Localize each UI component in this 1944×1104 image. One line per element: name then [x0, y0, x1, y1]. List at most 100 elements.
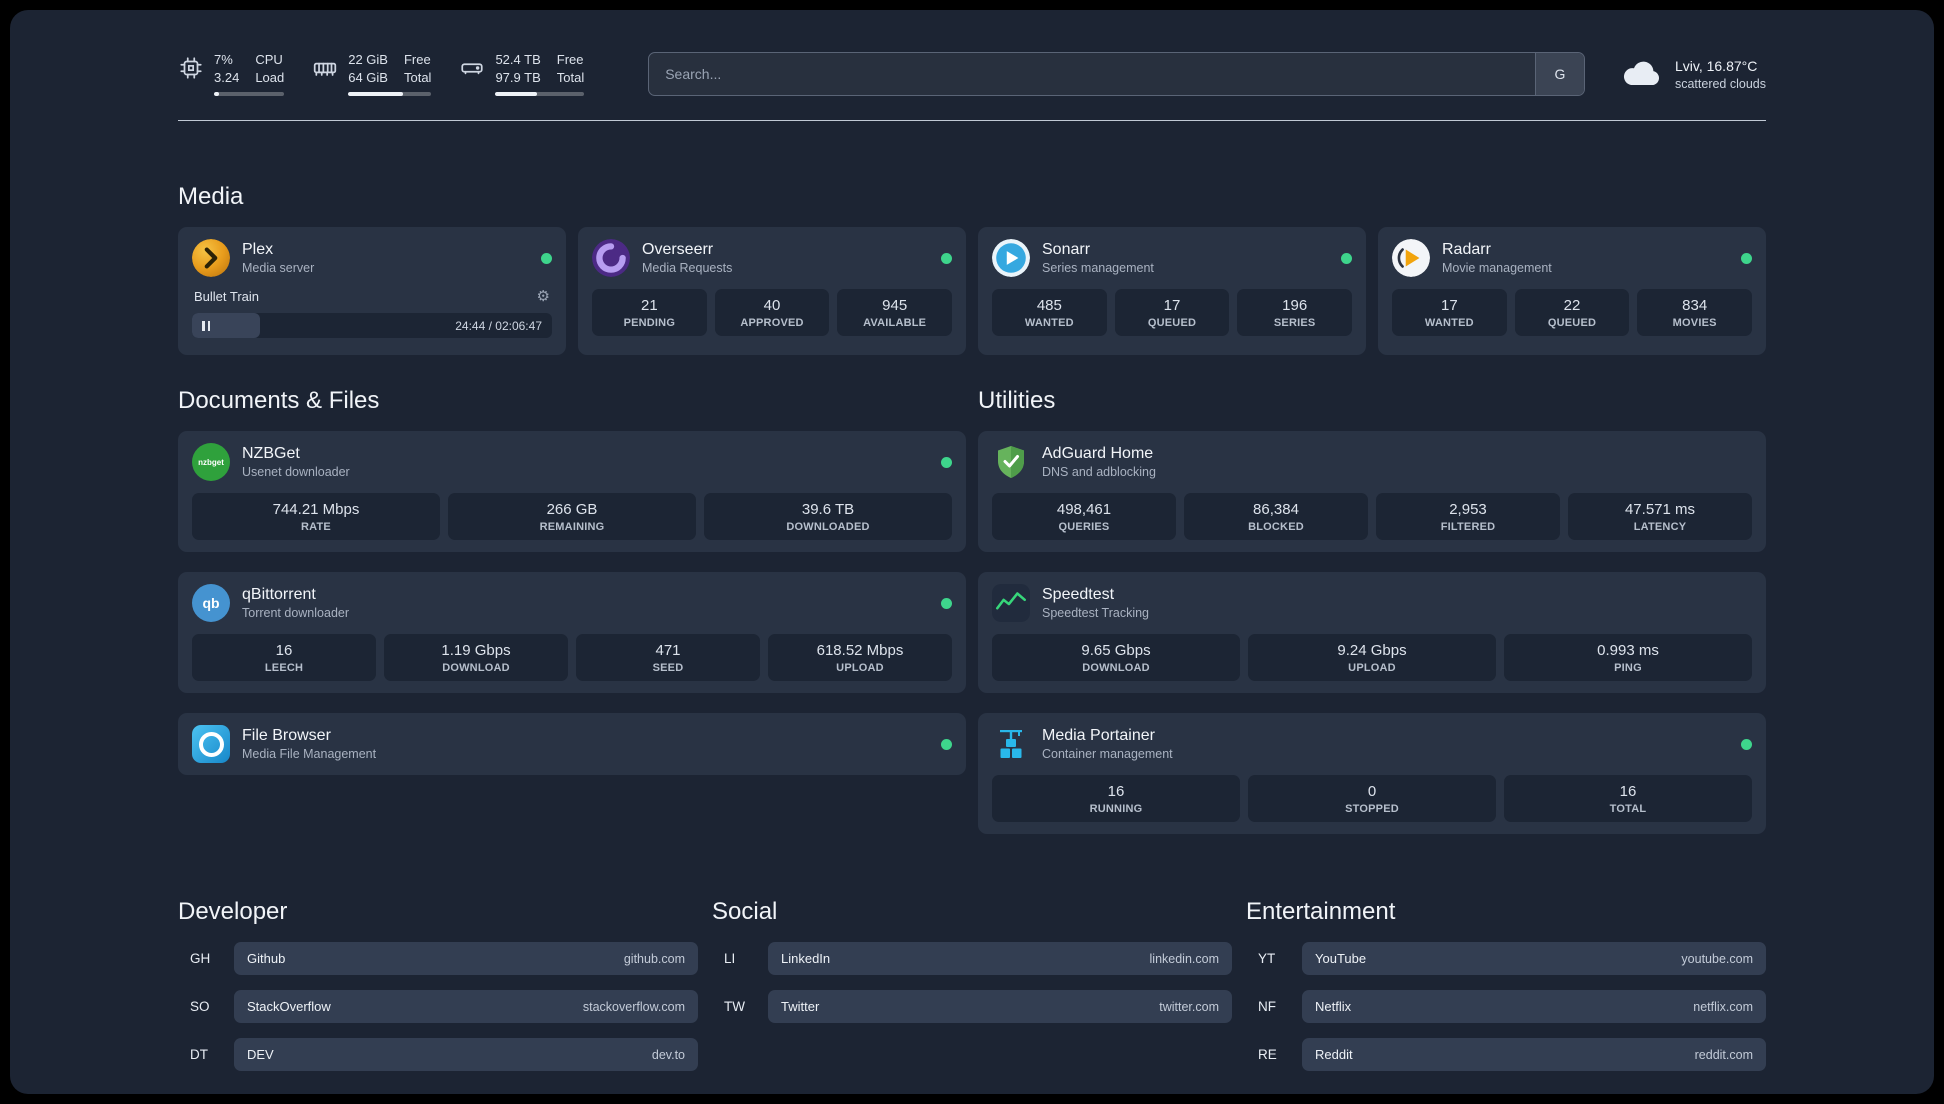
stat-queued: 17 QUEUED — [1114, 289, 1230, 336]
bookmark-url: stackoverflow.com — [582, 999, 685, 1014]
track-title: Bullet Train — [194, 288, 260, 304]
stat-upload: 9.24 Gbps UPLOAD — [1248, 634, 1496, 681]
cpu-label-2: Load — [255, 70, 285, 85]
plex-now-playing: Bullet Train ⚙ 24:44 / 02:06:47 — [192, 287, 552, 338]
filebrowser-icon — [192, 725, 230, 763]
app-title: Sonarr — [1042, 241, 1091, 258]
status-dot — [941, 738, 952, 750]
bookmark-github[interactable]: GH Github github.com — [178, 942, 698, 975]
bookmark-name: Github — [247, 951, 286, 966]
bookmark-name: Reddit — [1315, 1047, 1353, 1062]
app-card-radarr[interactable]: Radarr Movie management 17 WANTED 22 QUE… — [1378, 227, 1766, 355]
app-card-filebrowser[interactable]: File Browser Media File Management — [178, 713, 966, 775]
app-title: Plex — [242, 241, 274, 258]
search-input[interactable] — [649, 53, 1535, 95]
disk-label-1: Free — [556, 52, 584, 68]
app-subtitle: Container management — [1042, 747, 1173, 761]
section-entertainment: Entertainment YT YouTube youtube.com NF … — [1246, 898, 1766, 1086]
stat-download: 1.19 Gbps DOWNLOAD — [384, 634, 568, 681]
cpu-load: 3.24 — [214, 70, 240, 85]
bookmark-url: github.com — [623, 951, 685, 966]
status-dot — [1741, 738, 1752, 750]
bookmark-name: Netflix — [1315, 999, 1352, 1014]
app-title: File Browser — [242, 727, 331, 744]
stat-leech: 16 LEECH — [192, 634, 376, 681]
weather-widget: Lviv, 16.87°C scattered clouds — [1621, 57, 1766, 91]
stat-value: 16 — [1619, 783, 1637, 800]
bookmark-name: Twitter — [781, 999, 820, 1014]
search-provider-button[interactable]: G — [1534, 53, 1584, 95]
app-subtitle: Media Requests — [642, 261, 733, 275]
app-card-sonarr[interactable]: Sonarr Series management 485 WANTED 17 Q… — [978, 227, 1366, 355]
bookmark-abbr: GH — [190, 951, 211, 966]
bookmark-abbr: RE — [1258, 1047, 1277, 1062]
media-heading: Media — [178, 183, 244, 210]
stat-value: 471 — [655, 642, 681, 659]
stat-label: REMAINING — [539, 521, 605, 533]
bookmark-url: dev.to — [651, 1047, 685, 1062]
stat-value: 0 — [1367, 783, 1377, 800]
stat-remaining: 266 GB REMAINING — [448, 493, 696, 540]
developer-heading: Developer — [178, 898, 288, 925]
section-media: Media Plex Media server Bullet Train ⚙ 2… — [178, 183, 1766, 355]
stat-label: UPLOAD — [836, 662, 884, 674]
bookmark-linkedin[interactable]: LI LinkedIn linkedin.com — [712, 942, 1232, 975]
stat-label: BLOCKED — [1248, 521, 1304, 533]
app-card-adguard[interactable]: AdGuard Home DNS and adblocking 498,461 … — [978, 431, 1766, 552]
bookmark-dev[interactable]: DT DEV dev.to — [178, 1038, 698, 1071]
stat-running: 16 RUNNING — [992, 775, 1240, 822]
stat-value: 485 — [1036, 297, 1062, 314]
stat-queries: 498,461 QUERIES — [992, 493, 1176, 540]
app-card-speedtest[interactable]: Speedtest Speedtest Tracking 9.65 Gbps D… — [978, 572, 1766, 693]
bookmark-stackoverflow[interactable]: SO StackOverflow stackoverflow.com — [178, 990, 698, 1023]
nzbget-icon: nzbget — [192, 443, 230, 481]
stat-label: SERIES — [1273, 317, 1316, 329]
stat-label: UPLOAD — [1348, 662, 1396, 674]
stat-label: LATENCY — [1633, 521, 1687, 533]
app-title: Radarr — [1442, 241, 1491, 258]
status-dot — [941, 597, 952, 609]
utilities-heading: Utilities — [978, 387, 1056, 414]
bookmark-twitter[interactable]: TW Twitter twitter.com — [712, 990, 1232, 1023]
app-card-portainer[interactable]: Media Portainer Container management 16 … — [978, 713, 1766, 834]
memory-progress — [348, 91, 432, 96]
disk-free: 52.4 TB — [495, 52, 541, 68]
app-card-plex[interactable]: Plex Media server Bullet Train ⚙ 24:44 /… — [178, 227, 566, 355]
app-card-nzbget[interactable]: nzbget NZBGet Usenet downloader 744.21 M… — [178, 431, 966, 552]
stat-value: 2,953 — [1449, 501, 1487, 518]
bookmark-reddit[interactable]: RE Reddit reddit.com — [1246, 1038, 1766, 1071]
topbar-divider — [178, 120, 1766, 121]
app-card-overseerr[interactable]: Overseerr Media Requests 21 PENDING 40 A… — [578, 227, 966, 355]
status-dot — [1341, 252, 1352, 264]
stat-value: 618.52 Mbps — [816, 642, 904, 659]
stat-value: 86,384 — [1253, 501, 1299, 518]
pause-button[interactable] — [202, 320, 210, 331]
section-social: Social LI LinkedIn linkedin.com TW Twitt… — [712, 898, 1232, 1086]
documents-heading: Documents & Files — [178, 387, 380, 414]
stat-value: 17 — [1163, 297, 1181, 314]
cpu-progress — [214, 91, 285, 96]
memory-label-1: Free — [403, 52, 431, 68]
stat-queued: 22 QUEUED — [1514, 289, 1630, 336]
cpu-widget: 7% CPU 3.24 Load — [178, 52, 285, 96]
stat-label: DOWNLOAD — [1082, 662, 1150, 674]
memory-widget: 22 GiB Free 64 GiB Total — [312, 52, 432, 96]
memory-total: 64 GiB — [348, 70, 388, 85]
app-title: NZBGet — [242, 445, 300, 462]
overseerr-icon — [592, 239, 630, 277]
stat-movies: 834 MOVIES — [1637, 289, 1753, 336]
stat-value: 9.24 Gbps — [1337, 642, 1407, 659]
playback-bar[interactable]: 24:44 / 02:06:47 — [192, 313, 552, 338]
disk-total: 97.9 TB — [495, 70, 541, 85]
bookmark-url: twitter.com — [1159, 999, 1219, 1014]
stat-ping: 0.993 ms PING — [1504, 634, 1752, 681]
app-card-qbittorrent[interactable]: qb qBittorrent Torrent downloader 16 LEE… — [178, 572, 966, 693]
bookmark-youtube[interactable]: YT YouTube youtube.com — [1246, 942, 1766, 975]
bookmark-netflix[interactable]: NF Netflix netflix.com — [1246, 990, 1766, 1023]
app-title: AdGuard Home — [1042, 445, 1154, 462]
bookmark-url: youtube.com — [1681, 951, 1753, 966]
gear-icon[interactable]: ⚙ — [537, 287, 550, 305]
stat-download: 9.65 Gbps DOWNLOAD — [992, 634, 1240, 681]
plex-icon — [192, 239, 230, 277]
stat-value: 9.65 Gbps — [1081, 642, 1151, 659]
